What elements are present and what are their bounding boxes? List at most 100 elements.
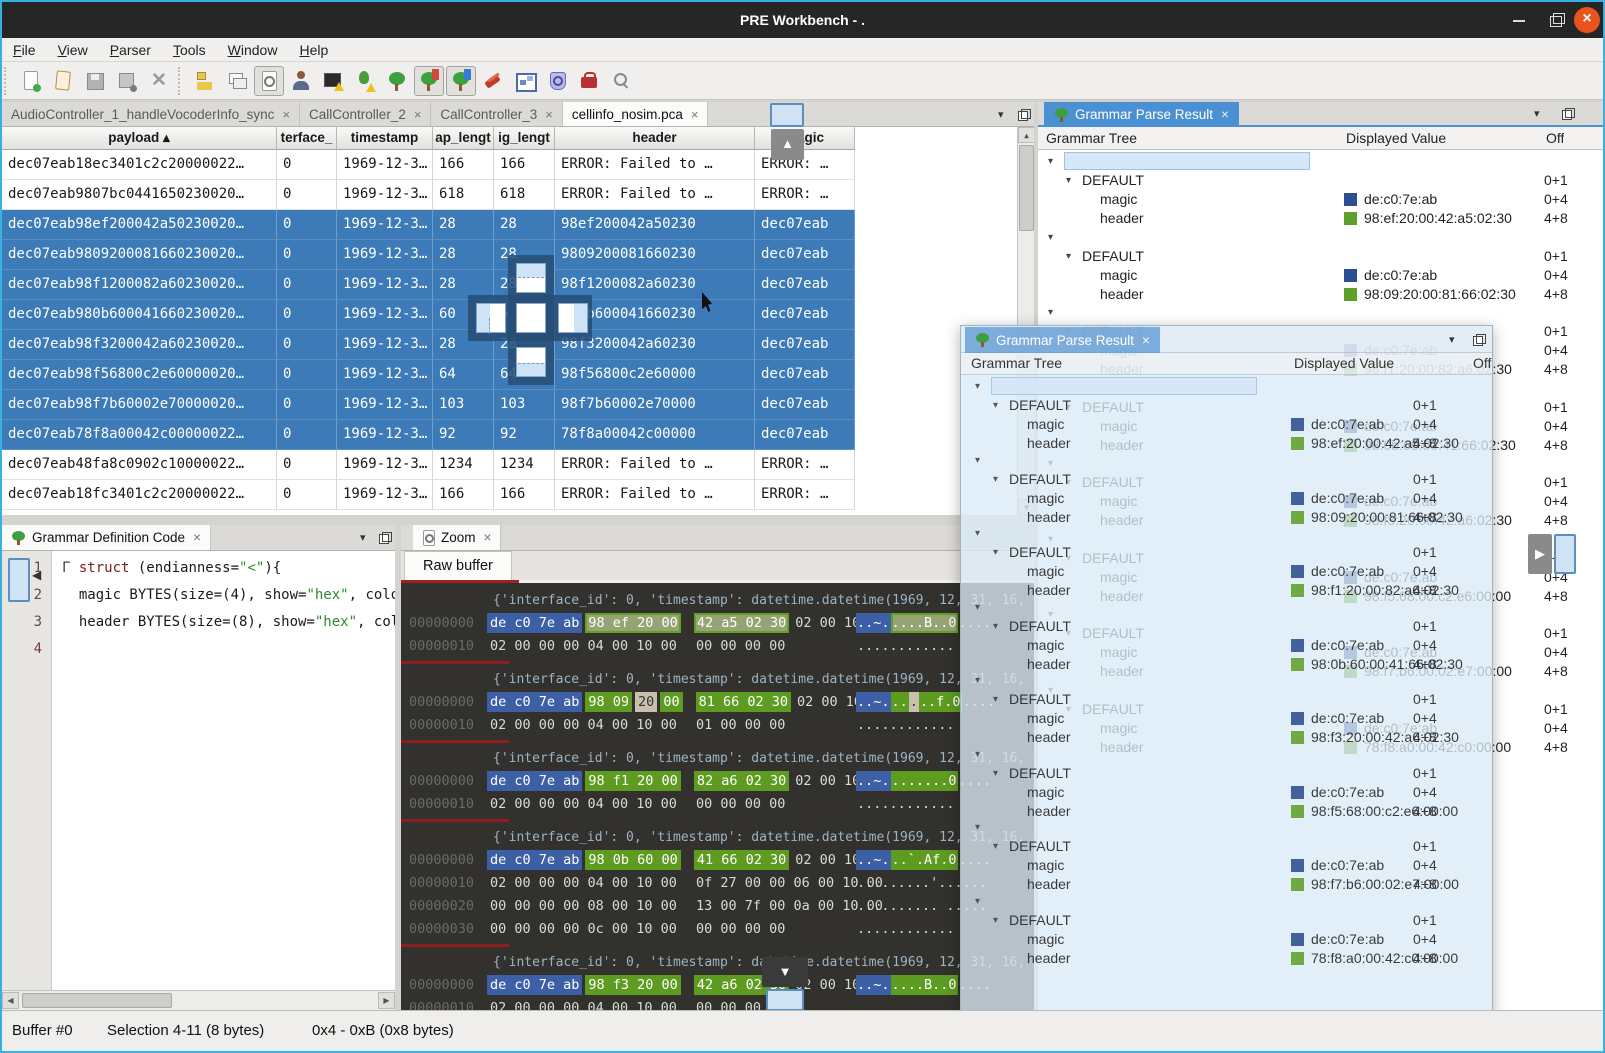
table-row[interactable]: dec07eab18fc3401c2c20000022…01969-12-3…1… xyxy=(2,480,855,510)
table-row[interactable]: dec07eab9809200081660230020…01969-12-3…2… xyxy=(2,240,855,270)
column-offset[interactable]: Off xyxy=(1546,127,1564,149)
hex-bytes[interactable]: de c0 7e ab xyxy=(487,975,582,995)
menu-tools[interactable]: Tools xyxy=(162,38,217,62)
chevron-down-icon[interactable]: ▾ xyxy=(1066,171,1071,190)
hex-bytes[interactable]: 42 a5 02 30 xyxy=(694,613,789,633)
hex-bytes[interactable]: 02 00 00 00 04 00 10 00 xyxy=(487,794,680,814)
column-header-magic[interactable]: magic xyxy=(755,127,855,150)
code-hscrollbar[interactable]: ◀ ▶ xyxy=(2,990,395,1010)
scroll-left-icon[interactable]: ◀ xyxy=(2,992,19,1009)
chevron-down-icon[interactable]: ▾ xyxy=(975,745,980,764)
table-row[interactable]: dec07eab9807bc0441650230020…01969-12-3…6… xyxy=(2,180,855,210)
close-tab-icon[interactable]: × xyxy=(1221,107,1229,122)
hex-bytes[interactable]: 98 f3 20 00 xyxy=(585,975,680,995)
tree-field-row[interactable]: magicde:c0:7e:ab0+4 xyxy=(961,709,1492,728)
tab-zoom[interactable]: Zoom × xyxy=(413,525,501,550)
hex-bytes[interactable]: 20 xyxy=(635,692,657,712)
hex-bytes[interactable]: 00 00 00 00 08 00 10 00 xyxy=(487,896,680,916)
hex-line[interactable]: 00000000de c0 7e ab98 09200081 66 02 300… xyxy=(401,691,1034,714)
tree-group-row[interactable]: ▾DEFAULT0+1 xyxy=(961,764,1492,783)
window-stack-button[interactable] xyxy=(222,66,252,96)
tree-field-row[interactable]: magicde:c0:7e:ab0+4 xyxy=(961,636,1492,655)
chevron-down-icon[interactable]: ▾ xyxy=(1048,303,1053,322)
chevron-down-icon[interactable]: ▾ xyxy=(993,470,998,489)
tree-group-row[interactable]: ▾DEFAULT0+1 xyxy=(961,470,1492,489)
user-button[interactable] xyxy=(286,66,316,96)
scrollbar-thumb[interactable] xyxy=(1019,145,1034,231)
column-header-payload[interactable]: payload ▴ xyxy=(2,127,277,150)
tree-structure-button[interactable] xyxy=(190,66,220,96)
tree-group-row[interactable]: ▾DEFAULT0+1 xyxy=(961,396,1492,415)
tab-raw-buffer[interactable]: Raw buffer xyxy=(404,551,512,580)
menu-file[interactable]: File xyxy=(2,38,47,62)
column-displayed-value[interactable]: Displayed Value xyxy=(1346,127,1446,149)
close-tab-icon[interactable]: × xyxy=(484,530,492,545)
hex-bytes[interactable]: 02 00 00 00 04 00 10 00 xyxy=(487,998,680,1010)
hex-bytes[interactable]: 00 00 00 00 xyxy=(693,919,788,939)
hex-bytes[interactable]: 41 66 02 30 xyxy=(694,850,789,870)
horizontal-splitter[interactable] xyxy=(2,515,1034,525)
hex-line[interactable]: 0000001002 00 00 00 04 00 10 0001 00 00 … xyxy=(401,714,1034,737)
panel-menu-icon[interactable]: ▾ xyxy=(360,531,366,544)
chevron-down-icon[interactable]: ▾ xyxy=(1048,152,1053,171)
hex-line[interactable]: 0000001002 00 00 00 04 00 10 0000 00 00 … xyxy=(401,997,1034,1010)
minimize-button[interactable] xyxy=(1506,7,1532,33)
chevron-down-icon[interactable]: ▾ xyxy=(993,690,998,709)
chevron-down-icon[interactable]: ▾ xyxy=(993,911,998,930)
toolbox-button[interactable] xyxy=(574,66,604,96)
scrollbar-thumb[interactable] xyxy=(22,993,172,1008)
hex-bytes[interactable]: 00 00 00 00 0c 00 10 00 xyxy=(487,919,680,939)
chevron-down-icon[interactable]: ▾ xyxy=(1066,247,1071,266)
float-panel-icon[interactable] xyxy=(379,532,391,543)
tab-close-icon[interactable]: × xyxy=(282,107,290,122)
hex-bytes[interactable]: 00 00 00 00 xyxy=(693,794,788,814)
save-as-button[interactable] xyxy=(112,66,142,96)
tree-group-row[interactable]: ▾DEFAULT0+1 xyxy=(961,617,1492,636)
hex-bytes[interactable]: 02 00 00 00 04 00 10 00 xyxy=(487,715,680,735)
chevron-down-icon[interactable]: ▾ xyxy=(975,377,980,396)
chevron-down-icon[interactable]: ▾ xyxy=(993,396,998,415)
hex-bytes[interactable]: 00 xyxy=(660,692,682,712)
chevron-down-icon[interactable]: ▾ xyxy=(993,617,998,636)
tree-field-row[interactable]: magicde:c0:7e:ab0+4 xyxy=(961,415,1492,434)
chevron-down-icon[interactable]: ▾ xyxy=(993,543,998,562)
hex-bytes[interactable]: 02 00 00 00 04 00 10 00 xyxy=(487,636,680,656)
preview-document-button[interactable] xyxy=(254,66,284,96)
chevron-down-icon[interactable]: ▾ xyxy=(975,671,980,690)
chevron-down-icon[interactable]: ▾ xyxy=(975,818,980,837)
tree-root-row[interactable]: ▾ xyxy=(961,451,1492,470)
tree-group-row[interactable]: ▾DEFAULT0+1 xyxy=(961,911,1492,930)
tree-group-row[interactable]: ▾DEFAULT0+1 xyxy=(961,690,1492,709)
bookmark-button[interactable] xyxy=(478,66,508,96)
float-panel-icon[interactable] xyxy=(1473,334,1485,345)
column-displayed-value[interactable]: Displayed Value xyxy=(1294,353,1394,374)
tree-field-row[interactable]: magicde:c0:7e:ab0+4 xyxy=(961,783,1492,802)
panel-menu-icon[interactable]: ▾ xyxy=(1449,333,1455,346)
tree-field-row[interactable]: magicde:c0:7e:ab0+4 xyxy=(961,930,1492,949)
column-header-ig_lengt[interactable]: ig_lengt xyxy=(494,127,555,150)
detach-panel-icon[interactable] xyxy=(1018,109,1030,120)
column-grammar-tree[interactable]: Grammar Tree xyxy=(971,353,1062,374)
tree-root-row[interactable]: ▾ xyxy=(961,818,1492,837)
column-grammar-tree[interactable]: Grammar Tree xyxy=(1046,127,1137,149)
tree-field-row[interactable]: magicde:c0:7e:ab0+4 xyxy=(1038,190,1603,209)
hex-line[interactable]: 00000000de c0 7e ab98 f1 20 0082 a6 02 3… xyxy=(401,770,1034,793)
hex-view[interactable]: {'interface_id': 0, 'timestamp': datetim… xyxy=(401,583,1034,1010)
tree-field-row[interactable]: magicde:c0:7e:ab0+4 xyxy=(1038,266,1603,285)
debug-bug-button[interactable] xyxy=(350,66,380,96)
table-row[interactable]: dec07eab78f8a00042c00000022…01969-12-3…9… xyxy=(2,420,855,450)
code-editor[interactable]: 1Γ struct (endianness="<"){2 magic BYTES… xyxy=(2,551,395,990)
column-header-timestamp[interactable]: timestamp xyxy=(337,127,433,150)
chevron-down-icon[interactable]: ▾ xyxy=(993,764,998,783)
window-layout-button[interactable] xyxy=(510,66,540,96)
close-tab-icon[interactable]: × xyxy=(193,530,201,545)
hex-bytes[interactable]: de c0 7e ab xyxy=(487,850,582,870)
tree-refresh-button[interactable] xyxy=(446,66,476,96)
tab-close-icon[interactable]: × xyxy=(545,107,553,122)
hex-line[interactable]: 0000001002 00 00 00 04 00 10 0000 00 00 … xyxy=(401,635,1034,658)
table-row[interactable]: dec07eab98f56800c2e60000020…01969-12-3…6… xyxy=(2,360,855,390)
column-header-terface_[interactable]: terface_ xyxy=(277,127,337,150)
floating-parse-result-tree[interactable]: ▾▾DEFAULT0+1magicde:c0:7e:ab0+4header98:… xyxy=(961,375,1492,1016)
menu-parser[interactable]: Parser xyxy=(99,38,162,62)
hex-bytes[interactable]: 98 ef 20 00 xyxy=(585,613,680,633)
